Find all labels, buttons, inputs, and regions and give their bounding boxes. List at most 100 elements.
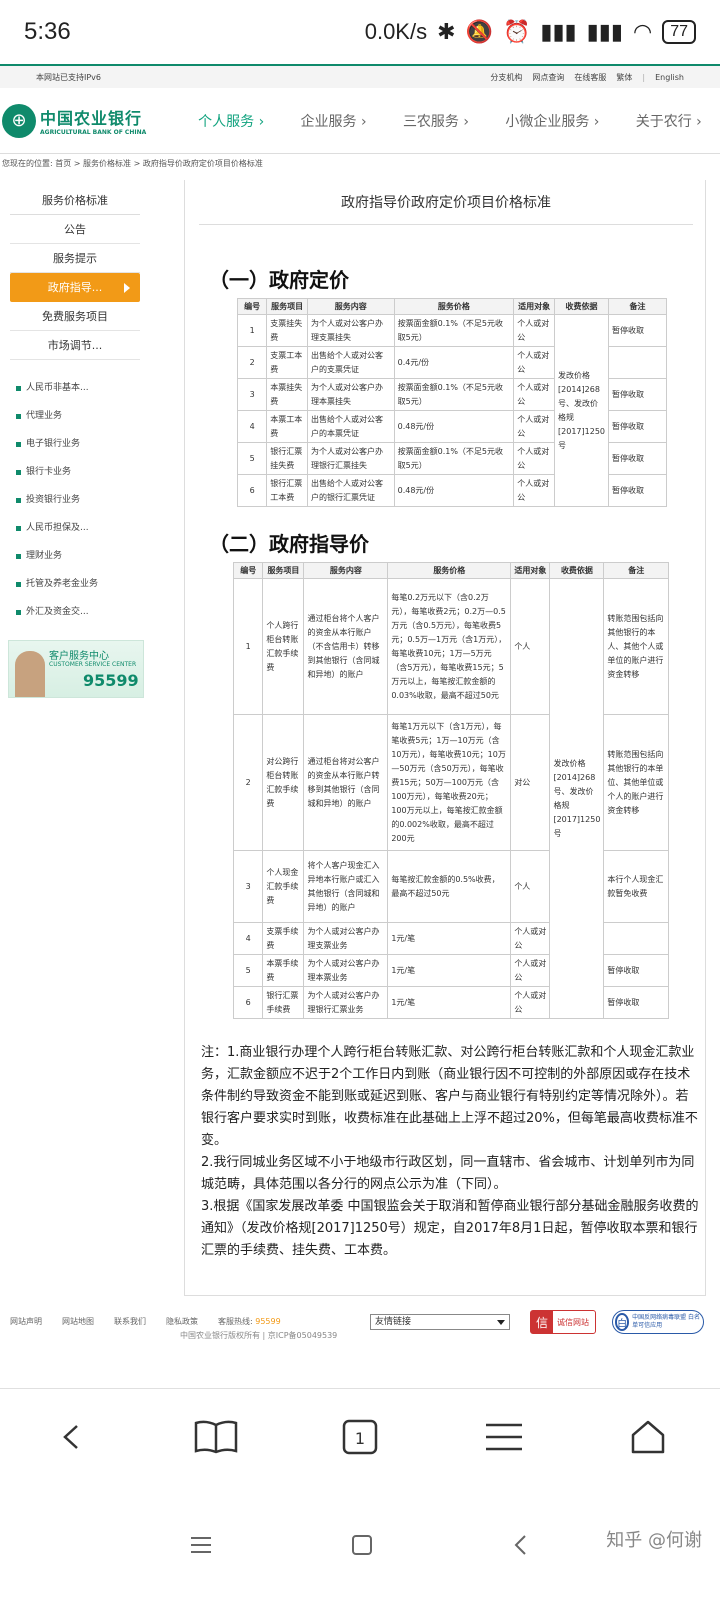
sidebar-item-notice[interactable]: 公告 [10,215,140,244]
cell-basis: 发改价格[2014]268号、发改价格规[2017]1250号 [554,314,609,507]
nav-small-business[interactable]: 小微企业服务 › [505,111,599,131]
cell: 本票挂失费 [266,378,308,411]
sidebar-link-wealth[interactable]: 理财业务 [0,542,150,570]
utility-bar: 本网站已支持IPv6 分支机构 网点查询 在线客服 繁体 | English [0,64,720,88]
th-price: 服务价格 [393,298,515,315]
sidebar-item-gov-guided[interactable]: 政府指导... [10,273,140,302]
sidebar-link-ibank[interactable]: 投资银行业务 [0,486,150,514]
home-square-icon[interactable] [351,1534,373,1556]
util-link-service[interactable]: 在线客服 [574,72,606,83]
cell: 通过柜台将个人客户的资金从本行账户（不含信用卡）转移到其他银行（含同城和异地）的… [303,578,389,715]
tab-count: 1 [355,1429,365,1448]
copyright: 中国农业银行版权所有 | 京ICP备05049539 [180,1331,338,1340]
cell: 6 [232,986,264,1019]
cell: 2 [236,346,268,379]
book-icon [194,1420,238,1453]
antivirus-badge[interactable]: 白 中国反网络病毒联盟 白名单可信应用 [612,1310,704,1334]
footer-link-contact[interactable]: 联系我们 [114,1316,146,1327]
sidebar-link-rmb-basic[interactable]: 人民币非基本... [0,374,150,402]
cell: 暂停收取 [603,954,669,987]
sidebar-link-card[interactable]: 银行卡业务 [0,458,150,486]
cell: 个人或对公 [510,954,551,987]
cell: 个人或对公 [513,346,556,379]
friend-links-select[interactable]: 友情链接 [370,1314,510,1330]
cell: 本票工本费 [266,410,308,443]
cell: 每笔0.2万元以下（含0.2万元），每笔收费2元；0.2万—0.5万元（含0.5… [387,578,512,715]
cell: 出售给个人或对公客户的银行汇票凭证 [307,474,395,507]
nav-about[interactable]: 关于农行 › [636,111,702,131]
footer-links: 网站声明 网站地图 联系我们 隐私政策 客服热线: 95599 [10,1316,281,1327]
cell: 个人或对公 [513,410,556,443]
cell: 4 [236,410,268,443]
recents-icon[interactable] [189,1535,213,1555]
cell: 将个人客户现金汇入异地本行账户或汇入其他银行（含同城和异地）的账户 [303,850,389,923]
table-row: 2 对公跨行柜台转账汇款手续费 通过柜台将对公客户的资金从本行账户转移到其他银行… [232,714,669,851]
status-bar: 5:36 0.0K/s ✱ 🔕 ⏰ ▮▮▮ ▮▮▮ ◠ 77 [0,0,720,64]
cell: 为个人或对公客户办理支票业务 [303,922,389,955]
menu-button[interactable] [474,1407,534,1467]
table-row: 3 个人现金汇款手续费 将个人客户现金汇入异地本行账户或汇入其他银行（含同城和异… [232,850,669,923]
net-speed: 0.0K/s [364,19,428,44]
back-button[interactable] [42,1407,102,1467]
nav-rural[interactable]: 三农服务 › [403,111,469,131]
th-item: 服务项目 [262,562,305,579]
cell: 银行汇票挂失费 [266,442,308,475]
cell: 为个人或对公客户办理支票挂失 [307,314,395,347]
sidebar-link-ebank[interactable]: 电子银行业务 [0,430,150,458]
trusted-site-badge[interactable]: 信 诚信网站 [530,1310,596,1334]
sidebar-item-free[interactable]: 免费服务项目 [10,302,140,331]
site-header: ⊕ 中国农业银行 AGRICULTURAL BANK OF CHINA 个人服务… [0,88,720,154]
footer-link-sitemap[interactable]: 网站地图 [62,1316,94,1327]
section-gov-guided: （二）政府指导价 [209,532,369,556]
breadcrumb: 您现在的位置: 首页 > 服务价格标准 > 政府指导价政府定价项目价格标准 [2,159,263,168]
util-link-traditional[interactable]: 繁体 [616,72,632,83]
sidebar-item-tips[interactable]: 服务提示 [10,244,140,273]
cell: 个人或对公 [510,986,551,1019]
util-separator: | [642,72,646,82]
cell: 1元/笔 [387,954,512,987]
table-row: 1 支票挂失费 为个人或对公客户办理支票挂失 按票面金额0.1%（不足5元收取5… [236,314,667,507]
cell: 通过柜台将对公客户的资金从本行账户转移到其他银行（含同城和异地）的账户 [303,714,389,851]
util-link-english[interactable]: English [655,73,684,82]
cell: 出售给个人或对公客户的支票凭证 [307,346,395,379]
brand-logo[interactable]: ⊕ 中国农业银行 AGRICULTURAL BANK OF CHINA [0,103,180,138]
status-icons: 0.0K/s ✱ 🔕 ⏰ ▮▮▮ ▮▮▮ ◠ 77 [365,19,696,45]
cell: 6 [236,474,268,507]
home-button[interactable] [618,1407,678,1467]
footer-link-privacy[interactable]: 隐私政策 [166,1316,198,1327]
back-nav-icon[interactable] [511,1533,531,1557]
csc-subtitle: CUSTOMER SERVICE CENTER [49,661,137,668]
alarm-icon: ⏰ [502,19,531,44]
table-header-row: 编号 服务项目 服务内容 服务价格 适用对象 收费依据 备注 [232,562,669,579]
cell [608,346,667,379]
cell: 个人或对公 [513,378,556,411]
tabs-button[interactable]: 1 [330,1407,390,1467]
cell: 个人现金汇款手续费 [262,850,305,923]
util-link-outlet[interactable]: 网点查询 [532,72,564,83]
util-link-branch[interactable]: 分支机构 [490,72,522,83]
content-panel: 政府指导价政府定价项目价格标准 （一）政府定价 编号 服务项目 服务内容 服务价… [184,180,706,1296]
cell: 个人 [510,850,551,923]
sidebar-link-custody[interactable]: 托管及养老金业务 [0,570,150,598]
sidebar-item-market[interactable]: 市场调节... [10,331,140,360]
bookmarks-button[interactable] [186,1407,246,1467]
sidebar-link-fx[interactable]: 外汇及资金交... [0,598,150,626]
notes: 注：1.商业银行办理个人跨行柜台转账汇款、对公跨行柜台转账汇款和个人现金汇款业务… [201,1042,701,1262]
hotline-number: 95599 [255,1317,281,1326]
antivirus-label: 中国反网络病毒联盟 白名单可信应用 [632,1314,701,1329]
page-title: 政府指导价政府定价项目价格标准 [341,195,551,211]
tabs-icon: 1 [342,1419,378,1454]
cell: 支票挂失费 [266,314,308,347]
sidebar: 服务价格标准 公告 服务提示 政府指导... 免费服务项目 市场调节... 人民… [0,186,150,698]
footer-link-statement[interactable]: 网站声明 [10,1316,42,1327]
cell: 个人或对公 [513,442,556,475]
cell: 1 [236,314,268,347]
customer-service-banner[interactable]: 客户服务中心 CUSTOMER SERVICE CENTER 95599 [8,640,144,698]
nav-enterprise[interactable]: 企业服务 › [301,111,367,131]
table-row: 5 本票手续费 为个人或对公客户办理本票业务 1元/笔 个人或对公 暂停收取 [232,954,669,987]
cell: 按票面金额0.1%（不足5元收取5元） [393,378,515,411]
sidebar-link-guarantee[interactable]: 人民币担保及... [0,514,150,542]
cell: 个人或对公 [510,922,551,955]
nav-personal[interactable]: 个人服务 › [198,111,264,131]
sidebar-link-agency[interactable]: 代理业务 [0,402,150,430]
